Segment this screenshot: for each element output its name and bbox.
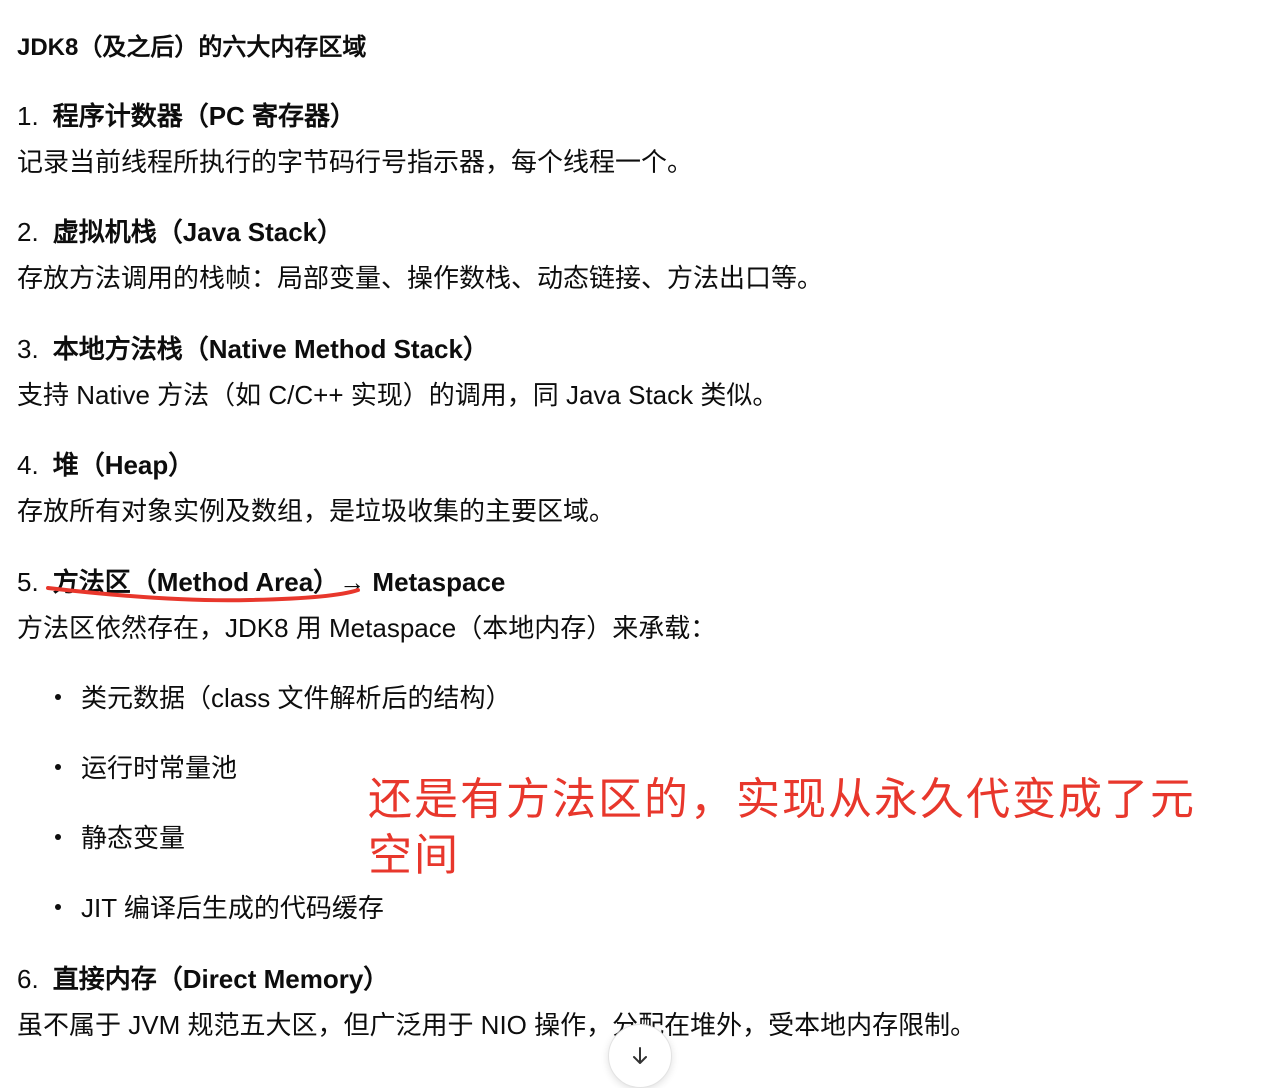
section-number-5: 5. [17, 567, 39, 597]
bullet-dot-icon [55, 904, 61, 911]
bullet-text: JIT 编译后生成的代码缓存 [81, 893, 384, 923]
section-title-4: 堆（Heap） [52, 450, 195, 480]
bullet-item: 静态变量 [55, 818, 185, 855]
handwritten-annotation: 还是有方法区的，实现从永久代变成了元空间 [368, 775, 1196, 880]
bullet-item: 运行时常量池 [55, 748, 237, 785]
section-number-6: 6. [17, 964, 39, 994]
section-desc-3: 支持 Native 方法（如 C/C++ 实现）的调用，同 Java Stack… [17, 380, 779, 410]
section-title-2: 虚拟机栈（Java Stack） [52, 217, 344, 247]
scroll-down-button[interactable] [608, 1024, 672, 1088]
section-heading-4: 4. 堆（Heap） [17, 445, 194, 482]
section-number-4: 4. [17, 450, 39, 480]
bullet-item: 类元数据（class 文件解析后的结构） [55, 678, 511, 715]
section-title-3: 本地方法栈（Native Method Stack） [52, 334, 489, 364]
section-desc-2: 存放方法调用的栈帧：局部变量、操作数栈、动态链接、方法出口等。 [17, 263, 824, 293]
section-heading-6: 6. 直接内存（Direct Memory） [17, 959, 389, 996]
section-number-3: 3. [17, 334, 39, 364]
section-title-6: 直接内存（Direct Memory） [52, 964, 390, 994]
bullet-dot-icon [55, 764, 61, 771]
section-title-1: 程序计数器（PC 寄存器） [52, 101, 357, 131]
bullet-text: 静态变量 [81, 823, 186, 853]
section-desc-6: 虽不属于 JVM 规范五大区，但广泛用于 NIO 操作，分配在堆外，受本地内存限… [17, 1010, 977, 1040]
arrow-down-icon [633, 1047, 647, 1064]
section-desc-4: 存放所有对象实例及数组，是垃圾收集的主要区域。 [17, 496, 616, 526]
bullet-dot-icon [55, 694, 61, 701]
section-heading-2: 2. 虚拟机栈（Java Stack） [17, 212, 343, 249]
section-heading-3: 3. 本地方法栈（Native Method Stack） [17, 329, 489, 366]
section-desc-1: 记录当前线程所执行的字节码行号指示器，每个线程一个。 [17, 147, 694, 177]
section-desc-5: 方法区依然存在，JDK8 用 Metaspace（本地内存）来承载： [17, 613, 717, 643]
bullet-text: 运行时常量池 [81, 753, 238, 783]
bullet-text: 类元数据（class 文件解析后的结构） [81, 683, 512, 713]
page-title: JDK8（及之后）的六大内存区域 [17, 34, 367, 61]
bullet-dot-icon [55, 834, 61, 841]
section-heading-1: 1. 程序计数器（PC 寄存器） [17, 96, 356, 133]
section-number-2: 2. [17, 217, 39, 247]
bullet-item: JIT 编译后生成的代码缓存 [55, 888, 384, 925]
section-number-1: 1. [17, 101, 39, 131]
